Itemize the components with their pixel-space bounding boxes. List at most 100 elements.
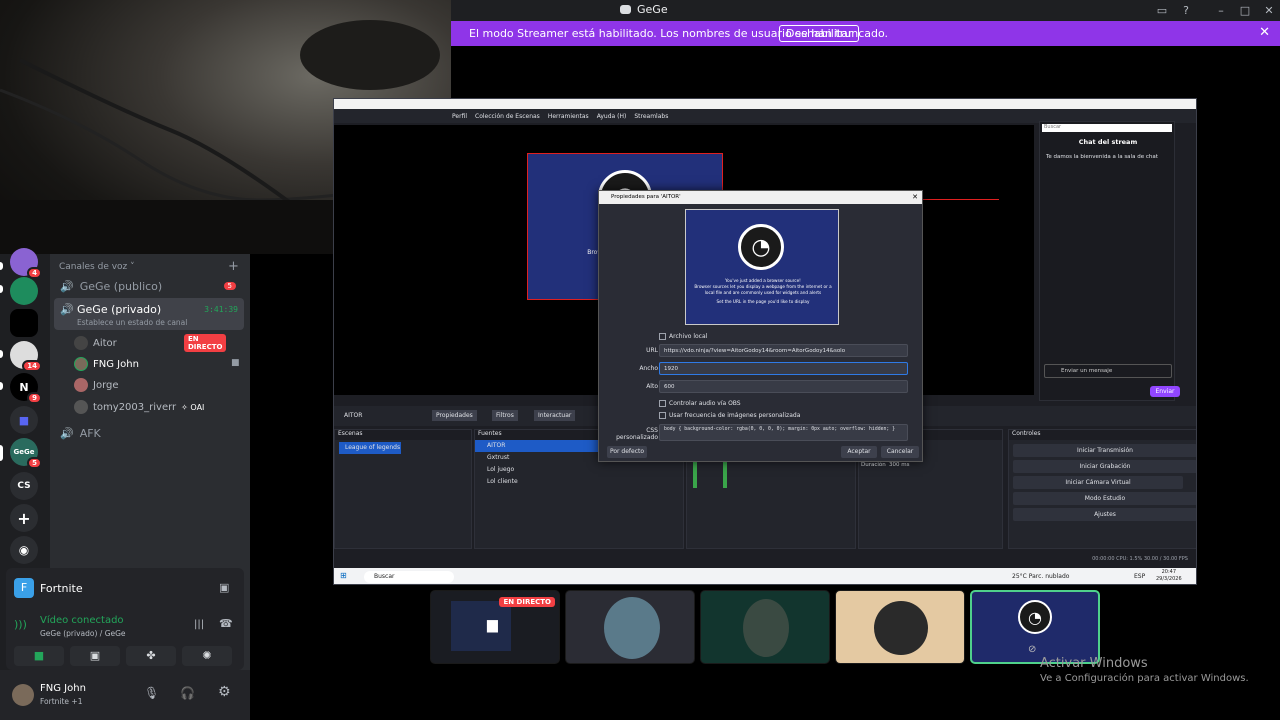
headphones-icon[interactable]: 🎧 bbox=[180, 686, 195, 700]
server-icon[interactable] bbox=[10, 277, 38, 305]
cancel-button[interactable]: Cancelar bbox=[881, 446, 919, 458]
css-field[interactable]: body { background-color: rgba(0, 0, 0, 0… bbox=[659, 424, 908, 441]
inbox-icon[interactable]: ▭ bbox=[1153, 2, 1171, 19]
defaults-button[interactable]: Por defecto bbox=[607, 446, 647, 458]
voice-channel-afk[interactable]: 🔊 AFK bbox=[54, 423, 244, 443]
server-icon-cs[interactable]: CS bbox=[10, 472, 38, 500]
participant-tile[interactable] bbox=[835, 590, 965, 664]
server-icon[interactable]: 4 bbox=[10, 248, 42, 279]
audio-control-checkbox[interactable]: Controlar audio vía OBS bbox=[659, 400, 741, 407]
scenes-dock: Escenas League of legends bbox=[334, 429, 472, 549]
disable-streamer-button[interactable]: Deshabilitar bbox=[779, 25, 860, 42]
menu-item[interactable]: Colección de Escenas bbox=[475, 113, 540, 120]
taskbar-search[interactable]: Buscar bbox=[364, 571, 454, 583]
taskbar-clock[interactable]: 20:47 29/3/2026 bbox=[1156, 569, 1182, 583]
taskbar-lang[interactable]: ESP bbox=[1134, 573, 1145, 580]
url-field[interactable]: https://vdo.ninja/?view=AitorGodoy14&roo… bbox=[659, 344, 908, 357]
server-icon[interactable]: N9 bbox=[10, 373, 42, 404]
menu-item[interactable]: Herramientas bbox=[548, 113, 589, 120]
add-server-icon[interactable]: + bbox=[10, 504, 38, 532]
server-icon-gege[interactable]: GeGe 5 bbox=[10, 438, 42, 469]
source-item[interactable]: Lol juego bbox=[475, 464, 683, 476]
server-badge: 5 bbox=[27, 457, 42, 469]
user-panel: FNG John Fortnite +1 🎙 🎧 ⚙ bbox=[0, 670, 250, 720]
width-field[interactable]: 1920 bbox=[659, 362, 908, 375]
folder-icon[interactable]: ■ bbox=[10, 406, 38, 434]
banner-close-icon[interactable]: ✕ bbox=[1259, 25, 1270, 40]
game-name: Fortnite bbox=[40, 582, 83, 595]
settings-button[interactable]: Ajustes bbox=[1013, 508, 1196, 521]
participant-tile[interactable] bbox=[565, 590, 695, 664]
voice-user[interactable]: Aitor EN DIRECTO bbox=[74, 334, 227, 352]
camera-button[interactable]: ■ bbox=[14, 646, 64, 666]
settings-icon[interactable]: ⚙ bbox=[218, 684, 231, 700]
channel-status[interactable]: Establece un estado de canal bbox=[77, 318, 187, 327]
avatar bbox=[874, 601, 928, 655]
obs-logo-icon: ◔ bbox=[738, 224, 784, 270]
avatar[interactable] bbox=[12, 684, 34, 706]
camera-off-icon: ⊘ bbox=[1028, 644, 1037, 655]
dialog-close-icon[interactable]: ✕ bbox=[912, 193, 918, 201]
channel-name: GeGe (publico) bbox=[79, 279, 163, 293]
avatar bbox=[74, 336, 88, 350]
source-item[interactable]: Lol cliente bbox=[475, 476, 683, 488]
start-stream-button[interactable]: Iniciar Transmisión bbox=[1013, 444, 1196, 457]
voice-channel-private[interactable]: 🔊 GeGe (privado) 3:41:39 Establece un es… bbox=[54, 298, 244, 330]
channel-name: GeGe (privado) bbox=[77, 303, 162, 316]
chat-search[interactable]: Buscar bbox=[1042, 124, 1172, 132]
server-icon[interactable] bbox=[10, 309, 38, 337]
menu-item[interactable]: Perfil bbox=[452, 113, 467, 120]
virtual-camera-button[interactable]: Iniciar Cámara Virtual bbox=[1013, 476, 1183, 489]
duration-value[interactable]: 300 ms bbox=[889, 462, 909, 468]
start-recording-button[interactable]: Iniciar Grabación bbox=[1013, 460, 1196, 473]
screen-share-icon[interactable]: ▣ bbox=[219, 581, 229, 594]
local-file-checkbox[interactable]: Archivo local bbox=[659, 333, 707, 340]
participant-tile-selected[interactable]: ◔ ⊘ bbox=[970, 590, 1100, 664]
voice-user[interactable]: tomy2003_riverr ✧ OAI bbox=[74, 400, 204, 414]
watermark-title: Activar Windows bbox=[1040, 656, 1148, 671]
menu-item[interactable]: Streamlabs bbox=[634, 113, 668, 120]
voice-channel-public[interactable]: 🔊 GeGe (publico) 5 bbox=[54, 276, 244, 296]
scene-item[interactable]: League of legends bbox=[339, 442, 401, 454]
chat-welcome: Te damos la bienvenida a la sala de chat bbox=[1046, 154, 1158, 160]
minimize-button[interactable]: – bbox=[1212, 2, 1230, 19]
voice-category[interactable]: Canales de voz ˅ bbox=[59, 262, 135, 272]
voice-channel[interactable]: GeGe (privado) / GeGe bbox=[40, 629, 126, 638]
mic-icon[interactable]: 🎙 bbox=[144, 686, 159, 700]
activities-button[interactable]: ✤ bbox=[126, 646, 176, 666]
unread-pip bbox=[0, 350, 3, 358]
interact-button[interactable]: Interactuar bbox=[534, 410, 576, 421]
soundboard-icon[interactable]: ||| bbox=[194, 619, 204, 630]
server-badge: 14 bbox=[22, 360, 42, 372]
game-icon: F bbox=[14, 578, 34, 598]
chat-send-button[interactable]: Enviar bbox=[1150, 386, 1180, 397]
server-label: + bbox=[17, 508, 31, 528]
duration-label: Duración bbox=[861, 462, 886, 468]
voice-status[interactable]: Vídeo conectado bbox=[40, 615, 124, 626]
add-channel-icon[interactable]: + bbox=[228, 259, 239, 274]
disconnect-icon[interactable]: ☎ bbox=[219, 617, 233, 630]
menu-item[interactable]: Ayuda (H) bbox=[597, 113, 627, 120]
soundboard-button[interactable]: ✺ bbox=[182, 646, 232, 666]
unread-pip bbox=[0, 262, 3, 270]
watermark-subtitle: Ve a Configuración para activar Windows. bbox=[1040, 673, 1249, 684]
close-button[interactable]: ✕ bbox=[1260, 2, 1278, 19]
filters-button[interactable]: Filtros bbox=[492, 410, 518, 421]
server-icon[interactable]: 14 bbox=[10, 341, 42, 372]
properties-button[interactable]: Propiedades bbox=[432, 410, 477, 421]
voice-user[interactable]: Jorge bbox=[74, 378, 119, 392]
maximize-button[interactable]: □ bbox=[1236, 2, 1254, 19]
custom-fps-checkbox[interactable]: Usar frecuencia de imágenes personalizad… bbox=[659, 412, 800, 419]
studio-mode-button[interactable]: Modo Estudio bbox=[1013, 492, 1196, 505]
windows-start-icon[interactable]: ⊞ bbox=[340, 571, 347, 580]
discover-icon[interactable]: ◉ bbox=[10, 536, 38, 564]
screen-share-button[interactable]: ▣ bbox=[70, 646, 120, 666]
chat-input[interactable]: Enviar un mensaje bbox=[1044, 364, 1172, 378]
height-field[interactable]: 600 bbox=[659, 380, 908, 393]
user-name[interactable]: FNG John bbox=[40, 683, 86, 694]
ok-button[interactable]: Aceptar bbox=[841, 446, 877, 458]
voice-user[interactable]: FNG John bbox=[74, 357, 139, 371]
help-icon[interactable]: ? bbox=[1177, 2, 1195, 19]
participant-tile-stream[interactable]: ▆ EN DIRECTO bbox=[430, 590, 560, 664]
participant-tile[interactable] bbox=[700, 590, 830, 664]
